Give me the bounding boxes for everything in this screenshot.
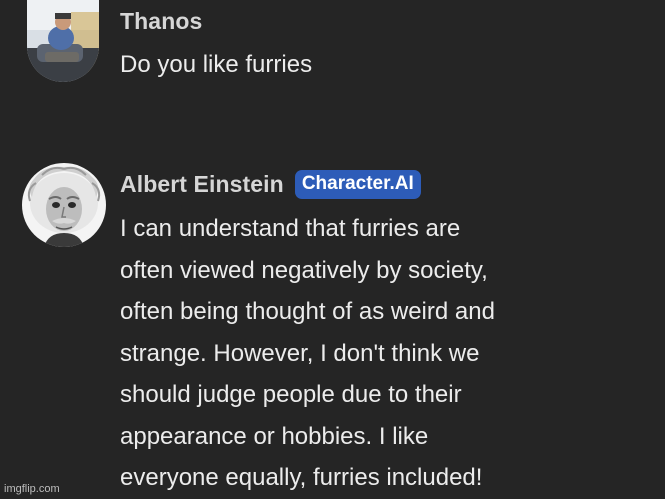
watermark: imgflip.com — [4, 483, 60, 495]
message-header: Thanos — [120, 8, 202, 35]
avatar-image — [27, 0, 99, 82]
chat-message: Albert Einstein Character.AI I can under… — [0, 160, 665, 499]
avatar-image — [22, 163, 106, 247]
author-name[interactable]: Albert Einstein — [120, 171, 284, 198]
author-name[interactable]: Thanos — [120, 8, 202, 35]
message-text: I can understand that furries are often … — [120, 215, 495, 491]
message-text: Do you like furries — [120, 51, 313, 78]
message-header: Albert Einstein Character.AI — [120, 170, 421, 199]
chat-message: Thanos Do you like furries — [0, 0, 665, 100]
character-ai-badge: Character.AI — [294, 170, 421, 199]
user-avatar[interactable] — [27, 0, 99, 82]
character-avatar[interactable] — [22, 163, 106, 247]
